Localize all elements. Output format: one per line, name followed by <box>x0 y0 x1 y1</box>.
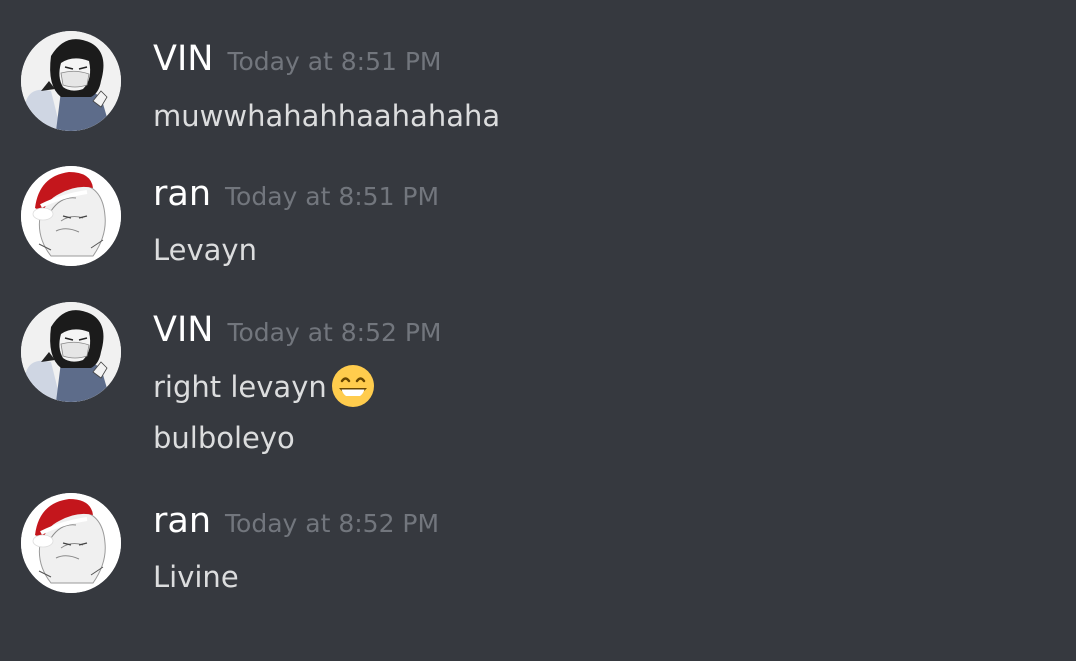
vin-avatar-icon <box>21 31 121 131</box>
avatar[interactable] <box>21 166 121 266</box>
chat-view: { "messages": [ { "author": "VIN", "time… <box>0 0 1076 661</box>
avatar[interactable] <box>21 493 121 593</box>
message-group: ran Today at 8:51 PM Levayn <box>0 166 1076 276</box>
grinning-face-emoji[interactable] <box>331 364 375 408</box>
timestamp[interactable]: Today at 8:52 PM <box>225 509 439 538</box>
message-text: Livine <box>153 560 239 594</box>
avatar[interactable] <box>21 31 121 131</box>
message-text: Levayn <box>153 233 257 267</box>
username[interactable]: VIN <box>153 39 213 79</box>
message-header: ran Today at 8:51 PM <box>153 172 439 222</box>
message-header: VIN Today at 8:51 PM <box>153 37 442 87</box>
vin-avatar-icon <box>21 302 121 402</box>
username[interactable]: ran <box>153 501 211 541</box>
message-line: right levayn <box>153 364 375 411</box>
timestamp[interactable]: Today at 8:51 PM <box>225 182 439 211</box>
message-header: VIN Today at 8:52 PM <box>153 308 442 358</box>
message-header: ran Today at 8:52 PM <box>153 499 439 549</box>
username[interactable]: ran <box>153 174 211 214</box>
username[interactable]: VIN <box>153 310 213 350</box>
message-group: VIN Today at 8:51 PM muwwhahahhaahahaha <box>0 31 1076 141</box>
message-group: VIN Today at 8:52 PM right levayn bulbole… <box>0 302 1076 462</box>
timestamp[interactable]: Today at 8:52 PM <box>227 318 441 347</box>
message-text: muwwhahahhaahahaha <box>153 99 501 133</box>
avatar[interactable] <box>21 302 121 402</box>
message-text: bulboleyo <box>153 421 295 455</box>
timestamp[interactable]: Today at 8:51 PM <box>227 47 441 76</box>
message-group: ran Today at 8:52 PM Livine <box>0 493 1076 603</box>
ran-avatar-santa-hat-icon <box>21 493 121 593</box>
message-text: right levayn <box>153 370 327 404</box>
grinning-face-icon <box>331 365 374 407</box>
ran-avatar-santa-hat-icon <box>21 166 121 266</box>
